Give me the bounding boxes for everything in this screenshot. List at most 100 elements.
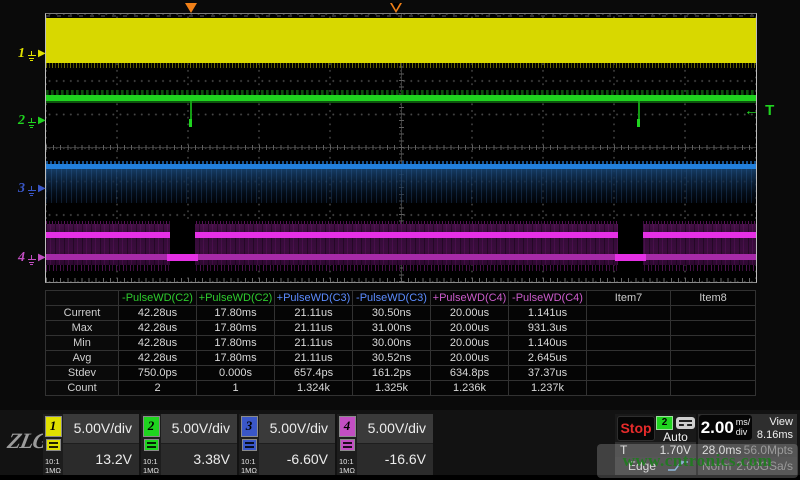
measurement-value-cell: 30.50ns — [353, 306, 431, 321]
acq-rate-row: Norm 2.00GSa/s — [698, 457, 797, 475]
measurement-column-header[interactable]: Item7 — [587, 291, 671, 306]
trigger-type[interactable]: Edge — [620, 459, 656, 473]
acquisition-mode[interactable]: Norm — [702, 459, 731, 473]
trigger-delay-marker-inner — [392, 3, 400, 10]
measurement-value-cell: 17.80ms — [197, 351, 275, 366]
ch2-pulse-spike-tip — [189, 119, 192, 127]
channel-offset[interactable]: 13.2V — [63, 444, 139, 475]
input-impedance: 1MΩ — [339, 466, 355, 475]
measurement-value-cell: 30.52ns — [353, 351, 431, 366]
probe-info: 10:11MΩ — [239, 457, 257, 475]
coupling-icon — [242, 439, 257, 451]
channel-marker-number: 1 — [18, 47, 25, 61]
channel-block-2[interactable]: 2 10:11MΩ5.00V/div3.38V — [141, 414, 237, 475]
measurement-row: Count211.324k1.325k1.236k1.237k — [46, 381, 756, 396]
memory-depth: 56.0Mpts — [744, 443, 793, 457]
ch1-waveform-fringe — [46, 63, 756, 68]
ch1-waveform — [46, 18, 756, 63]
channel-badge-column: 2 10:11MΩ — [141, 414, 161, 475]
measurement-value-cell — [671, 336, 756, 351]
ch2-pulse-spike-tip — [637, 119, 640, 127]
timebase-row: 2.00 ms/div View 8.16ms — [698, 414, 797, 442]
sample-rate: 2.00GSa/s — [736, 459, 793, 473]
channel-badge-column: 4 10:11MΩ — [337, 414, 357, 475]
trigger-source-area: 2 Auto — [655, 414, 696, 442]
measurement-table: -PulseWD(C2)+PulseWD(C2)+PulseWD(C3)-Pul… — [45, 290, 756, 396]
channel-ground-marker-1[interactable]: 1▶ — [18, 46, 46, 62]
channel-number-badge[interactable]: 4 — [339, 416, 356, 437]
volts-per-div[interactable]: 5.00V/div — [357, 414, 433, 444]
channel-ground-marker-4[interactable]: 4▶ — [18, 250, 46, 266]
channel-offset[interactable]: -16.6V — [357, 444, 433, 475]
channel-ground-marker-2[interactable]: 2▶ — [18, 113, 46, 129]
view-value: 8.16ms — [752, 429, 793, 442]
measurement-value-cell: 21.11us — [275, 306, 353, 321]
measurement-column-header[interactable]: +PulseWD(C2) — [197, 291, 275, 306]
channel-ground-marker-3[interactable]: 3▶ — [18, 181, 46, 197]
channel-offset[interactable]: 3.38V — [161, 444, 237, 475]
channel-number-badge[interactable]: 1 — [45, 416, 62, 437]
probe-ratio: 10:1 — [45, 457, 61, 466]
trigger-delay-value[interactable]: 28.0ms — [702, 443, 741, 457]
channel-block-1[interactable]: 1 10:11MΩ 5.00V/div13.2V — [43, 414, 139, 475]
channel-block-3[interactable]: 3 10:11MΩ5.00V/div-6.60V — [239, 414, 335, 475]
channel-marker-number: 3 — [18, 182, 25, 196]
view-label: View — [752, 416, 793, 429]
measurement-value-cell — [671, 321, 756, 336]
channel-offset[interactable]: -6.60V — [259, 444, 335, 475]
probe-info: 10:11MΩ — [337, 457, 355, 475]
input-impedance: 1MΩ — [45, 466, 61, 475]
measurement-column-header[interactable]: +PulseWD(C3) — [275, 291, 353, 306]
measurement-row: Min42.28us17.80ms21.11us30.00ns20.00us1.… — [46, 336, 756, 351]
measurement-column-header[interactable]: -PulseWD(C2) — [119, 291, 197, 306]
probe-info: 10:11MΩ — [141, 457, 159, 475]
measurement-value-cell: 42.28us — [119, 351, 197, 366]
measurement-column-header[interactable]: Item8 — [671, 291, 756, 306]
measurement-value-cell: 657.4ps — [275, 366, 353, 381]
timebase-panel[interactable]: 2.00 ms/div View 8.16ms 28.0ms 56.0Mpts … — [698, 414, 797, 475]
measurement-value-cell: 1.325k — [353, 381, 431, 396]
trigger-type-row: Edge — [615, 457, 696, 475]
channel-number-badge[interactable]: 2 — [143, 416, 160, 437]
volts-per-div[interactable]: 5.00V/div — [259, 414, 335, 444]
bottom-status-bar: ZLG® Stop 2 Auto T 1.70V Edge — [0, 410, 800, 480]
measurement-value-cell: 20.00us — [431, 321, 509, 336]
measurement-value-cell — [671, 351, 756, 366]
measurement-value-cell: 31.00ns — [353, 321, 431, 336]
trigger-delay-marker[interactable] — [390, 3, 402, 13]
trigger-level-value[interactable]: 1.70V — [660, 443, 691, 457]
trigger-panel[interactable]: Stop 2 Auto T 1.70V Edge — [615, 414, 696, 475]
measurement-value-cell: 1.324k — [275, 381, 353, 396]
measurement-value-cell: 21.11us — [275, 321, 353, 336]
trigger-level-indicator[interactable]: ← T — [744, 102, 775, 119]
measurement-value-cell: 42.28us — [119, 336, 197, 351]
measurement-value-cell: 1.236k — [431, 381, 509, 396]
ch1-trace-noise — [46, 15, 756, 17]
volts-per-div[interactable]: 5.00V/div — [63, 414, 139, 444]
channel-block-4[interactable]: 4 10:11MΩ5.00V/div-16.6V — [337, 414, 433, 475]
measurement-column-header[interactable]: -PulseWD(C3) — [353, 291, 431, 306]
ch3-waveform-striations — [46, 169, 756, 203]
trigger-source-badge[interactable]: 2 — [656, 416, 673, 430]
delay-memory-row: 28.0ms 56.0Mpts — [698, 442, 797, 457]
measurement-value-cell: 21.11us — [275, 351, 353, 366]
measurement-value-cell: 931.3us — [509, 321, 587, 336]
trigger-coupling-icon — [676, 417, 695, 429]
measurement-value-cell: 21.11us — [275, 336, 353, 351]
waveform-area[interactable] — [45, 13, 757, 283]
measurement-value-cell — [671, 306, 756, 321]
measurement-row-label: Avg — [46, 351, 119, 366]
timebase-scale-box[interactable]: 2.00 ms/div — [699, 415, 752, 440]
measurement-value-cell — [671, 366, 756, 381]
volts-per-div[interactable]: 5.00V/div — [161, 414, 237, 444]
measurement-value-cell: 20.00us — [431, 351, 509, 366]
rising-edge-icon — [667, 459, 691, 473]
measurement-column-header[interactable]: -PulseWD(C4) — [509, 291, 587, 306]
measurement-column-header[interactable]: +PulseWD(C4) — [431, 291, 509, 306]
probe-ratio: 10:1 — [143, 457, 159, 466]
run-state-button[interactable]: Stop — [617, 416, 655, 441]
ch2-waveform-under — [46, 101, 756, 103]
trigger-position-marker[interactable] — [185, 3, 197, 13]
measurement-value-cell: 30.00ns — [353, 336, 431, 351]
channel-number-badge[interactable]: 3 — [241, 416, 258, 437]
